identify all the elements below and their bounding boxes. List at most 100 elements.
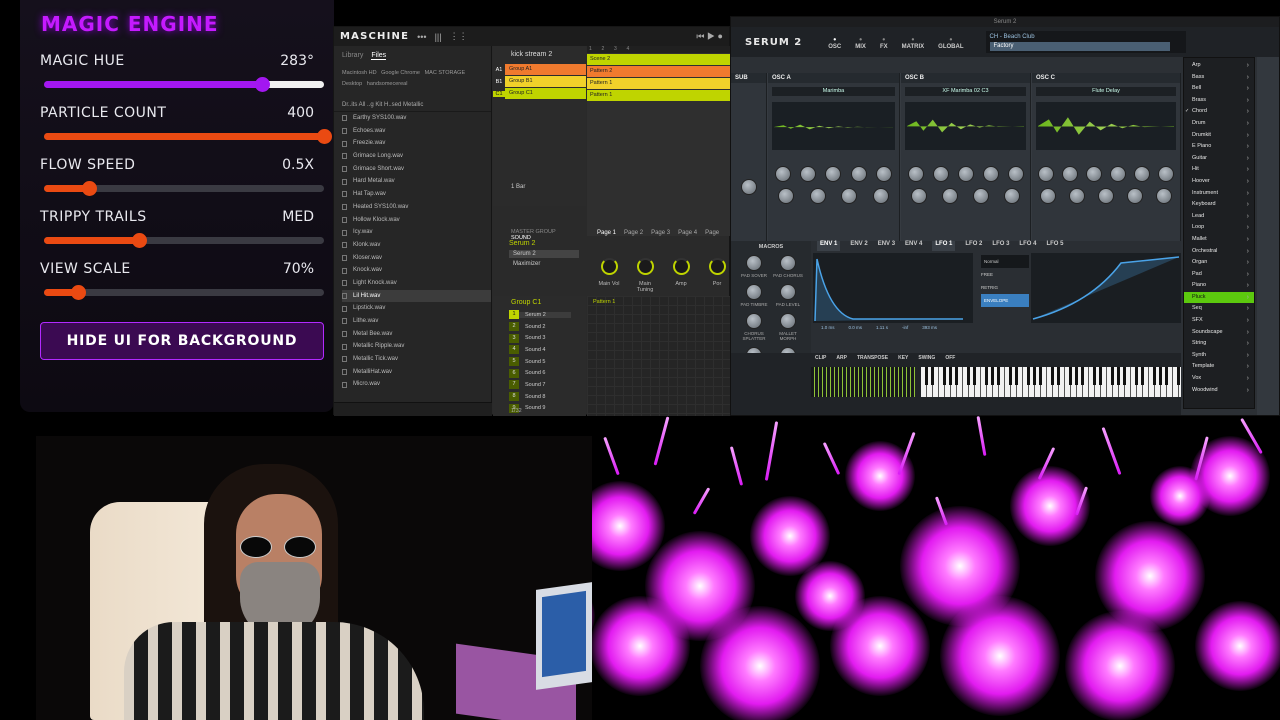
tab-lfo-5[interactable]: LFO 5 [1046, 241, 1063, 251]
category-item[interactable]: Hoover [1184, 176, 1254, 188]
macro-knob[interactable]: MALLET MORPH [773, 313, 803, 341]
scene-clip[interactable]: Scene 2 [587, 54, 731, 65]
tab-page[interactable]: Page 3 [651, 230, 670, 236]
tab-arp[interactable]: ARP [836, 353, 847, 363]
menu-dots-icon[interactable]: ••• [417, 32, 426, 42]
slider-handle[interactable] [81, 181, 97, 196]
category-item[interactable]: Drumkit [1184, 130, 1254, 142]
file-item[interactable]: Lipstick.wav [342, 302, 491, 315]
pattern-editor[interactable]: Pattern 1 [587, 296, 731, 416]
sound-slot[interactable]: 2 Sound 2 [493, 321, 586, 333]
lfo-envelope[interactable]: ENVELOPE [981, 294, 1029, 307]
source-item[interactable]: Macintosh HD [342, 70, 377, 76]
file-item[interactable]: Grimace Short.wav [342, 163, 491, 176]
file-item[interactable]: Icy.wav [342, 226, 491, 239]
category-item[interactable]: Organ [1184, 257, 1254, 269]
file-item[interactable]: Knock.wav [342, 264, 491, 277]
slider-handle[interactable] [132, 233, 148, 248]
env-decay[interactable]: 1.11 s [876, 325, 888, 330]
wavetable-display[interactable] [905, 102, 1026, 150]
lfo-display[interactable] [1031, 253, 1181, 323]
project-name[interactable]: kick stream 2 [493, 46, 586, 63]
group-title[interactable]: Group C1 [493, 296, 586, 309]
sound-slot[interactable]: 7 Sound 7 [493, 379, 586, 391]
sound-slot[interactable]: 6 Sound 6 [493, 367, 586, 379]
category-item[interactable]: Bell [1184, 83, 1254, 95]
trippy-trails-slider[interactable] [44, 233, 324, 248]
slider-handle[interactable] [317, 129, 332, 144]
wavetable-display[interactable] [772, 102, 895, 150]
view-scale-slider[interactable] [44, 285, 324, 300]
tab-clip[interactable]: CLIP [815, 353, 826, 363]
tab-lfo-3[interactable]: LFO 3 [992, 241, 1009, 251]
category-item[interactable]: SFX [1184, 315, 1254, 327]
knob-main-vol[interactable]: Main Vol [595, 258, 623, 293]
group-row[interactable]: A1 Group A1 [493, 64, 586, 75]
knob-amp[interactable]: Amp [667, 258, 695, 293]
wavetable-name[interactable]: Marimba [772, 87, 895, 96]
category-item[interactable]: Loop [1184, 222, 1254, 234]
file-item[interactable]: Metallic Ripple.wav [342, 340, 491, 353]
sound-slot[interactable]: 1 Serum 2 [493, 309, 586, 321]
file-item[interactable]: Micro.wav [342, 378, 491, 391]
category-item[interactable]: Template [1184, 361, 1254, 373]
wavetable-name[interactable]: XF Marimba 02 C3 [905, 87, 1026, 96]
preset-bank[interactable]: Factory [989, 42, 1170, 51]
tab-lfo-1[interactable]: LFO 1 [932, 241, 956, 251]
file-item[interactable]: MetalliHat.wav [342, 366, 491, 379]
sound-slot[interactable]: 9 Sound 9 [493, 403, 586, 415]
tab-page[interactable]: Page 1 [597, 230, 616, 236]
env-attack[interactable]: 1.0 ms [821, 325, 835, 330]
tab-matrix[interactable]: MATRIX [902, 35, 925, 50]
category-item[interactable]: Mallet [1184, 234, 1254, 246]
lfo-mode[interactable]: Normal [981, 255, 1029, 268]
macro-knob[interactable]: CHORUS SPLATTER [739, 313, 769, 341]
file-item[interactable]: Metal Bee.wav [342, 328, 491, 341]
envelope-display[interactable] [813, 253, 973, 323]
plugin-item[interactable]: Maximizer [509, 261, 586, 267]
file-item[interactable]: Echoes.wav [342, 125, 491, 138]
tab-fx[interactable]: FX [880, 35, 888, 50]
category-item[interactable]: Guitar [1184, 153, 1254, 165]
sound-slot[interactable]: 8 Sound 8 [493, 391, 586, 403]
macro-knob[interactable]: PAD LEVEL [773, 284, 803, 307]
slider-handle[interactable] [255, 77, 271, 92]
sub-oscillator[interactable]: SUB [731, 73, 767, 241]
tab-page[interactable]: Page 4 [678, 230, 697, 236]
tab-mix[interactable]: MIX [855, 35, 866, 50]
lfo-retrig[interactable]: RETRIG [981, 281, 1029, 294]
tab-page[interactable]: Page 2 [624, 230, 643, 236]
macro-knob[interactable]: PAD CHORUS [773, 255, 803, 278]
category-item[interactable]: Seq [1184, 303, 1254, 315]
macro-knob[interactable]: PAD TIMBRE [739, 284, 769, 307]
category-item[interactable]: Instrument [1184, 188, 1254, 200]
preset-browser[interactable]: CH - Beach Club Factory [985, 31, 1186, 53]
category-item[interactable]: Arp [1184, 60, 1254, 72]
category-item[interactable]: Soundscape [1184, 327, 1254, 339]
tab-env-4[interactable]: ENV 4 [905, 241, 922, 251]
category-item[interactable]: Bass [1184, 72, 1254, 84]
tab-env-2[interactable]: ENV 2 [850, 241, 867, 251]
timeline-ruler[interactable]: 1 2 3 4 [587, 46, 731, 53]
source-item[interactable]: Desktop [342, 81, 362, 87]
tab-env-3[interactable]: ENV 3 [878, 241, 895, 251]
file-item[interactable]: Grimace Long.wav [342, 150, 491, 163]
file-item[interactable]: Hat Tap.wav [342, 188, 491, 201]
source-item[interactable]: handsomecereal [367, 81, 408, 87]
category-item[interactable]: Vox [1184, 373, 1254, 385]
macro-knob[interactable]: PAD SOVER [739, 255, 769, 278]
file-item[interactable]: Lil Hit.wav [342, 289, 491, 303]
category-item[interactable]: String [1184, 338, 1254, 350]
hide-ui-button[interactable]: HIDE UI FOR BACKGROUND [40, 322, 324, 360]
source-item[interactable]: MAC STORAGE [425, 70, 466, 76]
tab-lfo-2[interactable]: LFO 2 [965, 241, 982, 251]
group-row[interactable]: B1 Group B1 [493, 76, 586, 87]
tab-lfo-4[interactable]: LFO 4 [1019, 241, 1036, 251]
pattern-clip[interactable]: Pattern 2 [587, 66, 731, 77]
sound-slot[interactable]: 3 Sound 3 [493, 332, 586, 344]
wavetable-display[interactable] [1036, 102, 1176, 150]
category-item[interactable]: Orchestral [1184, 246, 1254, 258]
category-item[interactable]: Keyboard [1184, 199, 1254, 211]
tab-env-1[interactable]: ENV 1 [817, 241, 841, 251]
pattern-clip[interactable]: Pattern 1 [587, 78, 731, 89]
